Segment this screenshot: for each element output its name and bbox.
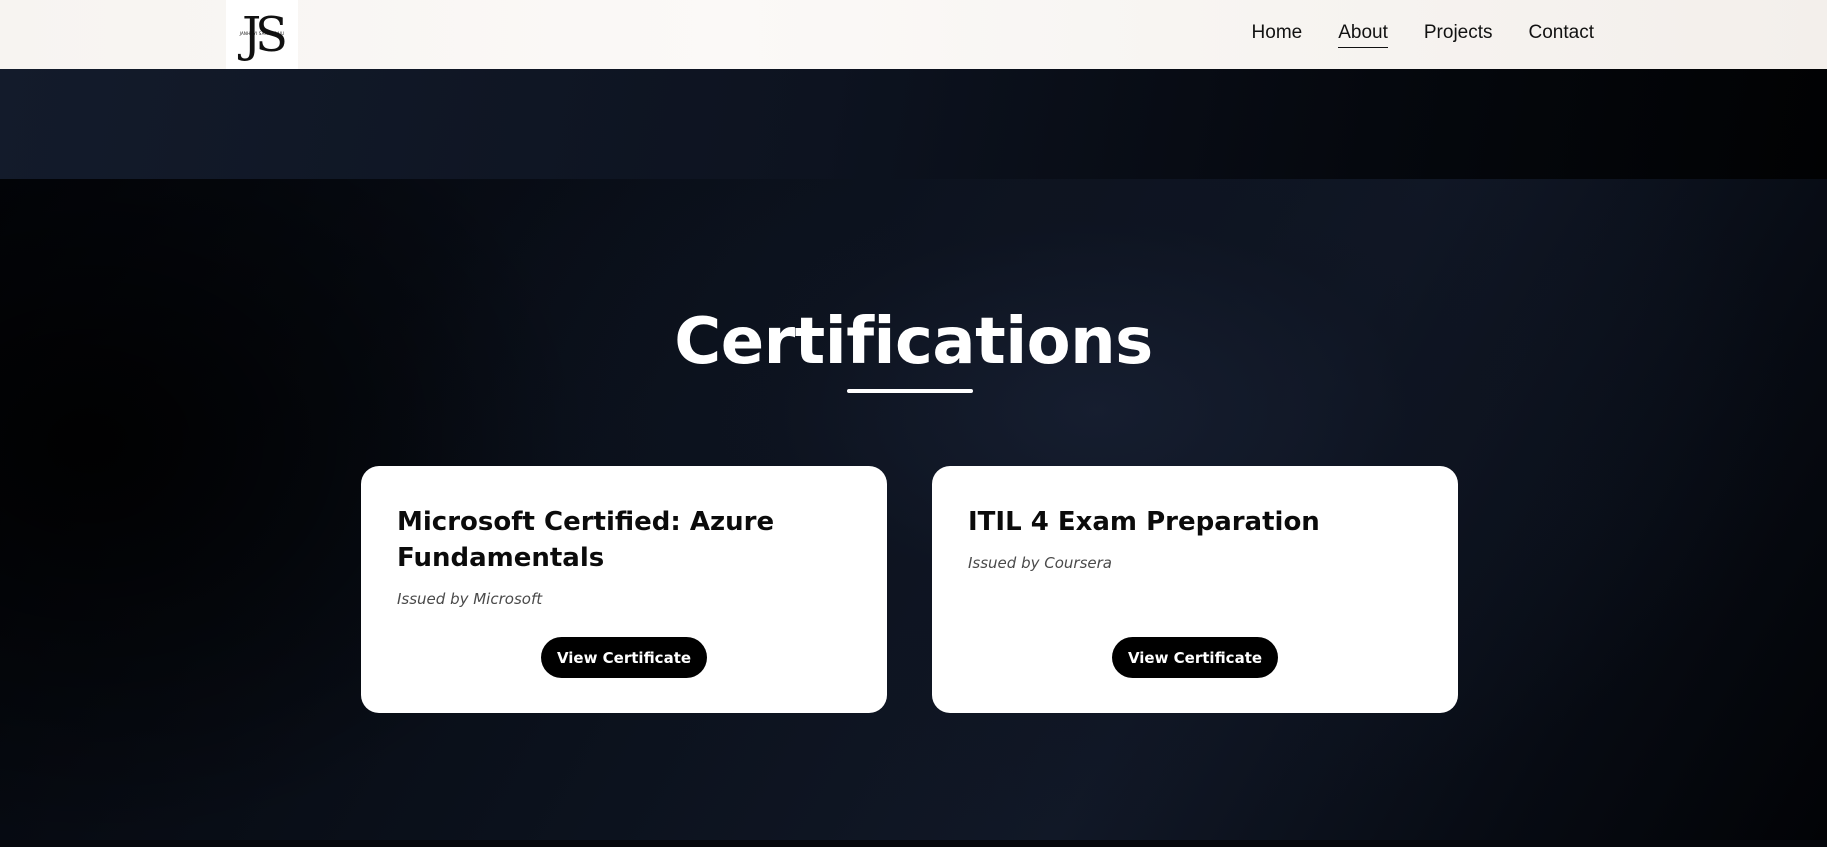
section-bottom-edge [0, 840, 1827, 847]
certificate-title: ITIL 4 Exam Preparation [968, 507, 1320, 537]
logo[interactable]: JS JANHAVI SAMBARAJU [226, 0, 298, 69]
section-title: Certifications [674, 305, 1153, 379]
view-certificate-button[interactable]: View Certificate [541, 637, 707, 678]
view-certificate-button[interactable]: View Certificate [1112, 637, 1278, 678]
hero-band [0, 69, 1827, 179]
logo-subtitle: JANHAVI SAMBARAJU [239, 31, 285, 36]
nav-link-about[interactable]: About [1338, 20, 1388, 48]
certificate-title: Microsoft Certified: Azure Fundamentals [397, 507, 775, 573]
nav-link-contact[interactable]: Contact [1529, 20, 1594, 48]
nav-link-projects[interactable]: Projects [1424, 20, 1493, 48]
site-header: JS JANHAVI SAMBARAJU Home About Projects… [0, 0, 1827, 69]
certificate-issuer: Issued by Microsoft [397, 590, 543, 608]
certifications-section [0, 179, 1827, 840]
certificate-card: ITIL 4 Exam Preparation Issued by Course… [932, 466, 1458, 713]
title-underline [847, 389, 973, 393]
main-nav: Home About Projects Contact [1252, 20, 1594, 48]
nav-link-home[interactable]: Home [1252, 20, 1303, 48]
certificate-card: Microsoft Certified: Azure Fundamentals … [361, 466, 887, 713]
certificate-issuer: Issued by Coursera [968, 554, 1112, 572]
